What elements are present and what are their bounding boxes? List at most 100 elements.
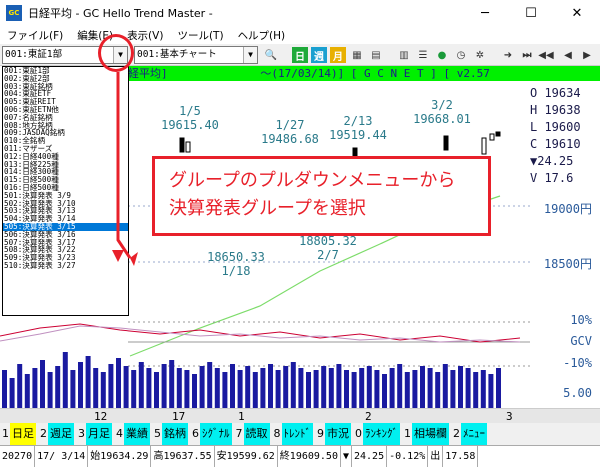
close-button[interactable]: ✕ (554, 0, 600, 26)
volume-bar (214, 368, 220, 408)
tab-7[interactable]: 8 ﾄﾚﾝﾄﾞ (272, 423, 316, 445)
group-dropdown-list[interactable]: 001:東証1部 002:東証2部 003:東証銘柄 004:東証ETF 005:東証R… (2, 66, 129, 316)
status-field: -0.12% (387, 446, 429, 467)
status-field: 出 (428, 446, 444, 467)
volume-bar (138, 362, 144, 408)
tab-4[interactable]: 5 銘柄 (152, 423, 190, 445)
volume-bar (17, 364, 23, 408)
group-select-value: 001:東証1部 (5, 49, 63, 60)
volume-bar (9, 378, 15, 408)
period-day-button[interactable]: 日 (292, 47, 308, 63)
annotation: 18650.33 1/18 (207, 250, 265, 278)
search-icon[interactable]: 🔍 (263, 47, 279, 63)
tab-number: 1 (404, 427, 411, 440)
minimize-button[interactable]: ─ (462, 0, 508, 26)
table-icon[interactable]: ▦ (349, 47, 365, 63)
tab-number: 2 (453, 427, 460, 440)
status-bar: 20270 17/ 3/14 始19634.29 高19637.55 安19599.62… (0, 445, 600, 467)
forward-icon[interactable]: ➜ (500, 47, 516, 63)
volume-bar (62, 352, 68, 408)
period-month-button[interactable]: 月 (330, 47, 346, 63)
last-icon[interactable]: ⏭ (519, 47, 535, 63)
dropdown-item[interactable]: 510:決算発表 3/27 (3, 262, 128, 270)
volume-bar (192, 374, 197, 408)
list-icon[interactable]: ☰ (415, 47, 431, 63)
volume-bar (32, 368, 38, 408)
volume-bar (336, 364, 342, 408)
high-value: H 19638 (530, 103, 581, 117)
tab-1[interactable]: 2 週足 (38, 423, 76, 445)
chart-select[interactable]: 001:基本チャート ▼ (134, 46, 258, 64)
volume-bar (161, 364, 167, 408)
volume-bar (435, 372, 441, 408)
tab-0[interactable]: 1 日足 (0, 423, 38, 445)
axis-tick-label: 12 (94, 410, 107, 423)
tab-label: ﾒﾆｭｰ (461, 423, 487, 445)
tab-6[interactable]: 7 読取 (234, 423, 272, 445)
status-field: 20270 (0, 446, 36, 467)
tab-number: 4 (116, 427, 123, 440)
volume-bar (199, 366, 205, 408)
prev-icon[interactable]: ◀ (560, 47, 576, 63)
tab-10[interactable]: 1 相場欄 (402, 423, 451, 445)
volume-bar (85, 356, 91, 408)
candle (495, 131, 501, 137)
tab-2[interactable]: 3 月足 (76, 423, 114, 445)
volume-bar (488, 374, 494, 408)
chevron-down-icon[interactable]: ▼ (243, 47, 257, 63)
tab-number: 6 (192, 427, 199, 440)
volume-bar (351, 372, 357, 408)
volume-bar (442, 364, 448, 408)
volume-bar (374, 370, 380, 408)
maximize-button[interactable]: ☐ (508, 0, 554, 26)
bar-chart-icon[interactable]: ▥ (396, 47, 412, 63)
indicator-label: -10% (563, 356, 592, 370)
volume-bar (260, 368, 266, 408)
candle (481, 137, 487, 155)
clock-icon[interactable]: ◷ (453, 47, 469, 63)
volume-bar (131, 370, 137, 408)
menu-help[interactable]: ヘルプ(H) (231, 28, 293, 43)
period-week-button[interactable]: 週 (311, 47, 327, 63)
candle (489, 133, 495, 141)
horizontal-scrollbar[interactable]: 12 17 1 2 3 (0, 408, 600, 423)
volume-bar (154, 372, 159, 408)
status-field: ▼ (341, 446, 352, 467)
instruction-callout: グループのプルダウンメニューから 決算発表グループを選択 (152, 156, 491, 236)
grid-icon[interactable]: ▤ (368, 47, 384, 63)
volume-bar (100, 372, 106, 408)
axis-tick-label: 3 (506, 410, 513, 423)
volume-bar (427, 368, 433, 408)
volume-bar (275, 370, 281, 408)
volume-bar (222, 372, 228, 408)
tab-9[interactable]: 0 ﾗﾝｷﾝｸﾞ (353, 423, 402, 445)
tab-label: ﾄﾚﾝﾄﾞ (281, 423, 313, 445)
menu-file[interactable]: ファイル(F) (0, 28, 70, 43)
tab-11[interactable]: 2 ﾒﾆｭｰ (451, 423, 489, 445)
volume-bar (321, 366, 327, 408)
volume-bar (480, 370, 486, 408)
tab-5[interactable]: 6 ｼｸﾞﾅﾙ (190, 423, 234, 445)
volume-bar (55, 366, 61, 408)
gear-icon[interactable]: ✲ (472, 47, 488, 63)
tab-label: 週足 (48, 423, 74, 445)
close-value: C 19610 (530, 137, 581, 151)
rewind-icon[interactable]: ◀◀ (538, 47, 554, 63)
status-field: 終19609.50 (278, 446, 341, 467)
volume-bar (116, 358, 121, 408)
volume-bar (473, 372, 479, 408)
tab-3[interactable]: 4 業績 (114, 423, 152, 445)
callout-text: グループのプルダウンメニューから 決算発表グループを選択 (169, 170, 456, 219)
next-icon[interactable]: ▶ (579, 47, 595, 63)
tab-number: 1 (2, 427, 9, 440)
toolbar: 001:東証1部 ▼ 001:基本チャート ▼ 🔍 日 週 月 ▦ ▤ ▥ ☰ … (0, 44, 600, 66)
candle (443, 135, 449, 151)
bottom-panel: 12 17 1 2 3 1 日足 2 週足 3 月足 4 業績 5 銘柄 6 ｼｸﾞﾅﾙ 7 読取 8 ﾄﾚﾝ… (0, 408, 600, 467)
volume-bar (169, 360, 175, 408)
tab-8[interactable]: 9 市況 (315, 423, 353, 445)
menu-tools[interactable]: ツール(T) (170, 28, 230, 43)
globe-icon[interactable]: ● (434, 47, 450, 63)
volume-bars (2, 352, 501, 408)
candle (352, 147, 358, 157)
app-icon: GC (6, 5, 22, 21)
